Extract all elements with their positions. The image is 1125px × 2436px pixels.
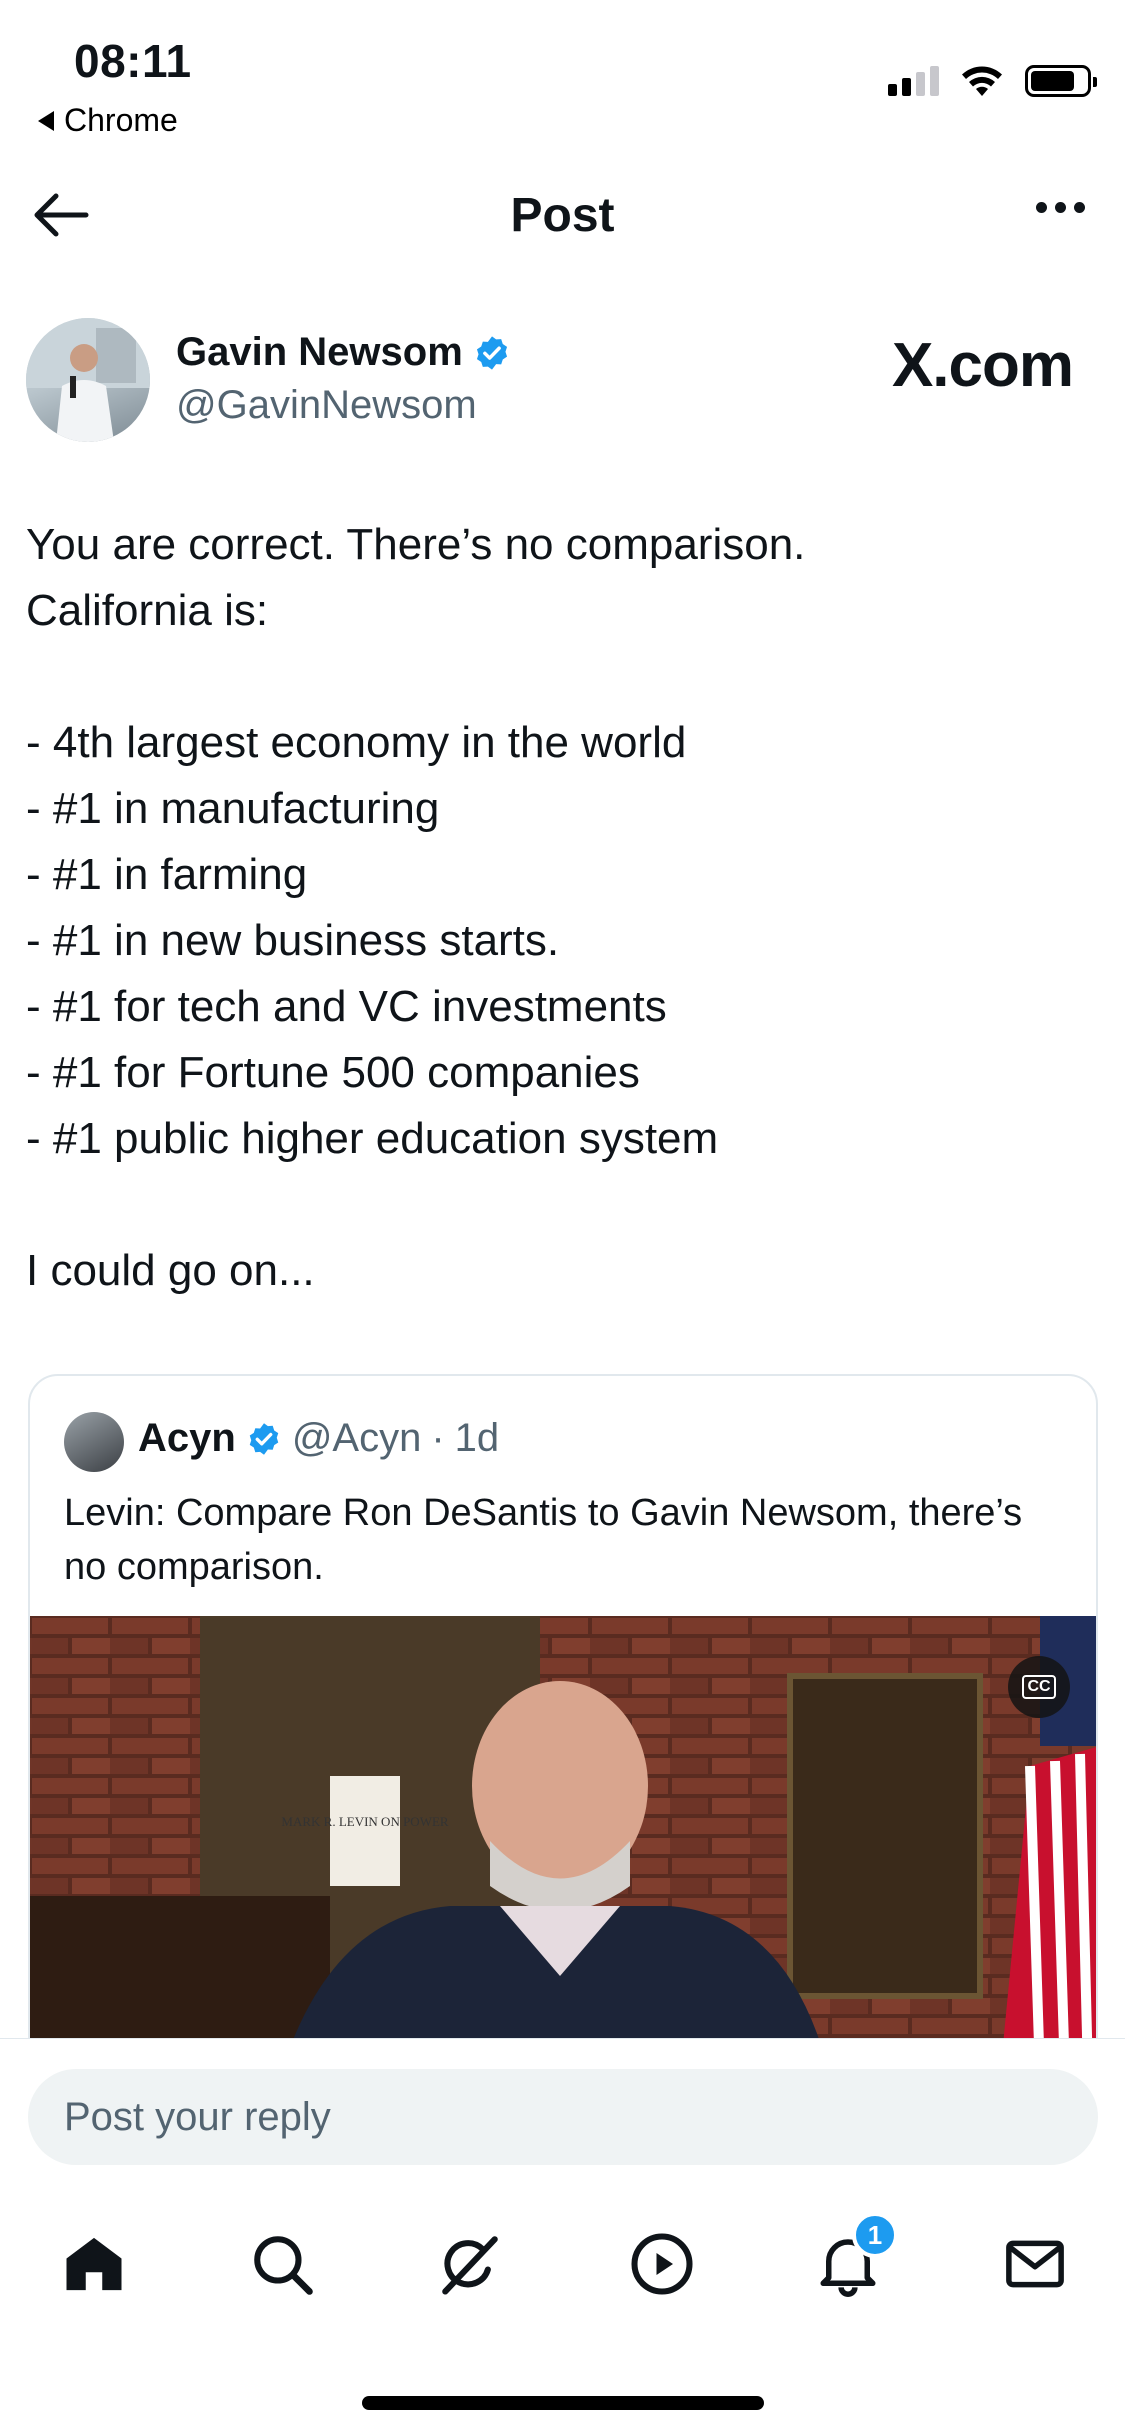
tab-grok[interactable] bbox=[430, 2224, 510, 2304]
author-name-text: Gavin Newsom bbox=[176, 330, 463, 374]
home-indicator[interactable] bbox=[362, 2396, 764, 2410]
back-to-app-link[interactable]: Chrome bbox=[38, 102, 178, 139]
bottom-tab-bar: 1 bbox=[0, 2178, 1125, 2348]
quoted-post-text: Levin: Compare Ron DeSantis to Gavin New… bbox=[64, 1492, 1023, 1588]
cellular-signal-icon bbox=[888, 66, 939, 96]
author-handle[interactable]: @GavinNewsom bbox=[176, 383, 477, 428]
home-icon bbox=[66, 2237, 122, 2291]
meta-separator: · bbox=[431, 1416, 445, 1460]
page-title: Post bbox=[510, 189, 615, 242]
quoted-author-avatar[interactable] bbox=[64, 1412, 124, 1472]
status-indicators bbox=[888, 64, 1097, 98]
mail-icon bbox=[1006, 2240, 1064, 2288]
quoted-author-name[interactable]: Acyn bbox=[138, 1416, 236, 1461]
reply-input[interactable] bbox=[28, 2069, 1098, 2165]
quoted-post-card[interactable]: Acyn @Acyn · 1d Levin: Compare Ron DeSan… bbox=[28, 1374, 1098, 2074]
more-options-icon[interactable] bbox=[1036, 202, 1085, 213]
cc-icon: CC bbox=[1022, 1675, 1056, 1699]
quoted-post-age: 1d bbox=[454, 1416, 500, 1460]
search-icon bbox=[254, 2236, 313, 2295]
post-text: You are correct. There’s no comparison. … bbox=[26, 520, 806, 1295]
author-name[interactable]: Gavin Newsom bbox=[176, 330, 511, 375]
quoted-post-header: Acyn @Acyn · 1d bbox=[138, 1416, 499, 1461]
author-avatar[interactable] bbox=[26, 318, 150, 442]
post-header: Post bbox=[0, 170, 1125, 260]
verified-badge-icon bbox=[249, 1422, 279, 1455]
quoted-post-video[interactable]: MARK R. LEVIN ON POWER CC bbox=[30, 1616, 1096, 2072]
reply-bar bbox=[0, 2038, 1125, 2178]
back-app-label: Chrome bbox=[64, 102, 178, 138]
tab-home[interactable] bbox=[54, 2224, 134, 2304]
tab-notifications[interactable]: 1 bbox=[808, 2212, 898, 2304]
tab-video[interactable] bbox=[622, 2224, 702, 2304]
author-photo bbox=[26, 318, 150, 442]
wifi-icon bbox=[962, 66, 1002, 96]
back-triangle-icon bbox=[38, 110, 54, 131]
grok-icon bbox=[442, 2236, 498, 2295]
status-time: 08:11 bbox=[74, 35, 192, 87]
tab-messages[interactable] bbox=[995, 2224, 1075, 2304]
notification-count-badge: 1 bbox=[852, 2212, 898, 2258]
verified-badge-icon bbox=[476, 335, 507, 370]
closed-captions-button[interactable]: CC bbox=[1008, 1656, 1070, 1718]
xcom-watermark: X.com bbox=[891, 331, 1074, 400]
play-circle-icon bbox=[631, 2233, 693, 2295]
tab-search[interactable] bbox=[242, 2224, 322, 2304]
quoted-author-handle[interactable]: @Acyn bbox=[292, 1416, 422, 1461]
video-thumbnail: MARK R. LEVIN ON POWER bbox=[30, 1616, 1096, 2072]
battery-icon bbox=[1025, 65, 1097, 97]
book-cover-text: MARK R. LEVIN ON POWER bbox=[281, 1814, 449, 1829]
